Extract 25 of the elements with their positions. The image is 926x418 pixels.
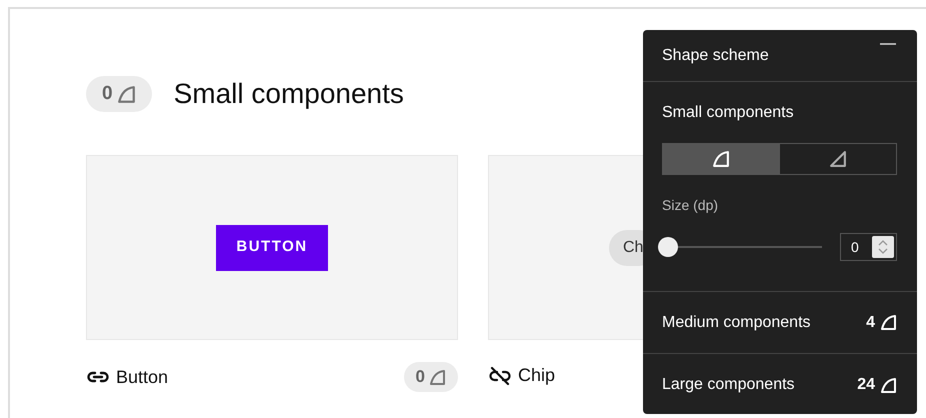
panel-row[interactable]: Medium components 4 xyxy=(643,292,917,354)
sample-button[interactable]: BUTTON xyxy=(216,224,328,270)
rounded-corner-icon xyxy=(712,150,730,168)
field-label: Size (dp) xyxy=(662,196,720,215)
component-name: Chip xyxy=(518,364,556,387)
rounded-corner-icon xyxy=(880,376,897,394)
group-title: Small components xyxy=(662,103,795,123)
section-title: Small components xyxy=(174,77,404,111)
row-label: Large components xyxy=(662,375,795,395)
rounded-corner-icon xyxy=(116,84,136,104)
rounded-corner-icon xyxy=(880,314,897,331)
row-value: 4 xyxy=(866,312,875,332)
component-name: Button xyxy=(116,366,168,388)
row-label: Medium components xyxy=(662,312,811,332)
shape-badge[interactable]: 0 xyxy=(404,362,458,392)
row-value: 24 xyxy=(857,375,875,395)
number-input[interactable]: 0 xyxy=(840,233,897,261)
slider-thumb[interactable] xyxy=(658,237,678,257)
shape-toggle-group[interactable] xyxy=(662,143,897,175)
cut-corner-icon xyxy=(828,150,847,168)
panel-title: Shape scheme xyxy=(662,46,769,66)
shape-toggle[interactable] xyxy=(663,144,780,174)
shape-badge[interactable]: 0 xyxy=(86,76,152,112)
panel-row[interactable]: Large components 24 xyxy=(643,354,917,416)
rounded-corner-icon xyxy=(429,368,446,386)
